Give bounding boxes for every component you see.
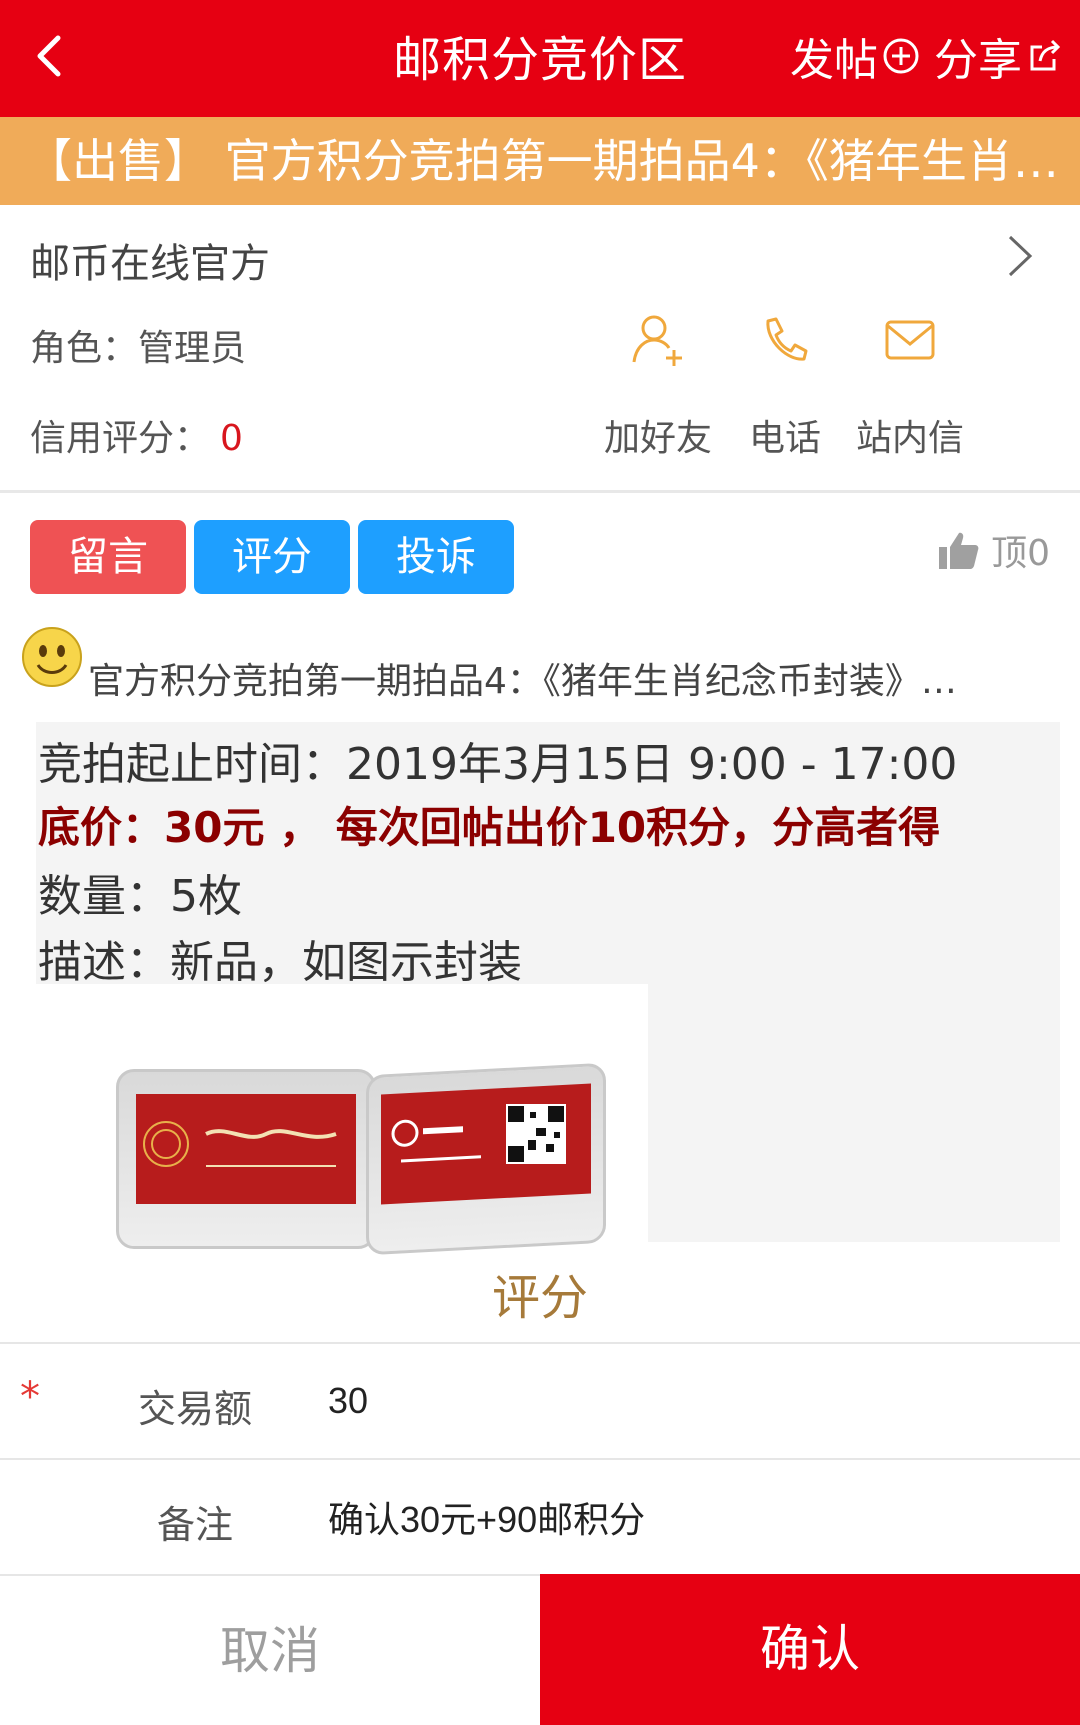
reserve-price: 底价：30元 ， 每次回帖出价10积分，分高者得 (38, 803, 941, 852)
like-button[interactable]: 顶0 (937, 524, 1050, 576)
mail-icon (885, 320, 935, 360)
add-friend-icon (632, 315, 682, 366)
plus-circle-icon (883, 38, 919, 74)
action-tabs: 留言 评分 投诉 (30, 520, 522, 594)
decorative-lantern-icon (143, 1121, 337, 1167)
tab-complain[interactable]: 投诉 (358, 520, 514, 594)
phone-label: 电话 (748, 418, 821, 459)
amount-row: * 交易额 (0, 1342, 1080, 1454)
qr-code-icon (506, 1104, 566, 1164)
auction-time: 竞拍起止时间：2019年3月15日 9:00 - 17:00 (38, 739, 958, 790)
cancel-button[interactable]: 取消 (0, 1574, 540, 1725)
credit-value: 0 (220, 418, 243, 459)
add-friend-label: 加好友 (603, 418, 712, 459)
credit-score: 信用评分： 0 (30, 409, 243, 461)
tab-rate[interactable]: 评分 (194, 520, 350, 594)
message-label: 站内信 (855, 418, 964, 459)
thumbs-up-icon (939, 532, 979, 569)
phone-icon (766, 317, 808, 361)
phone-button[interactable]: 电话 (725, 305, 845, 461)
chevron-right-icon[interactable] (1000, 231, 1040, 281)
smiley-avatar-icon (22, 627, 82, 687)
header-actions: 发帖 分享 (776, 24, 1064, 88)
author-name[interactable]: 邮币在线官方 (30, 231, 270, 289)
like-count: 顶0 (991, 533, 1050, 574)
quantity: 数量：5枚 (38, 871, 242, 922)
description: 描述：新品，如图示封装 (38, 937, 522, 988)
note-input[interactable] (328, 1496, 1028, 1538)
coin-card-left (136, 1094, 356, 1204)
amount-input[interactable] (328, 1380, 1028, 1422)
tab-comment[interactable]: 留言 (30, 520, 186, 594)
post-title: 官方积分竞拍第一期拍品4：《猪年生肖纪念币封装》… (88, 661, 957, 702)
top-bar: 邮积分竞价区 发帖 分享 (0, 0, 1080, 117)
add-friend-button[interactable]: 加好友 (598, 305, 718, 461)
share-label: 分享 (934, 35, 1022, 86)
post-label: 发帖 (790, 35, 878, 86)
author-role: 角色：管理员 (30, 328, 247, 369)
rating-title: 评分 (491, 1270, 588, 1326)
confirm-button[interactable]: 确认 (540, 1574, 1080, 1725)
credit-label: 信用评分： (30, 418, 211, 459)
amount-label: 交易额 (137, 1387, 252, 1431)
note-row: 备注 (0, 1458, 1080, 1570)
required-asterisk: * (20, 1374, 40, 1420)
note-label: 备注 (156, 1503, 233, 1547)
author-panel: 邮币在线官方 角色：管理员 信用评分： 0 加好友 电话 站内信 (0, 205, 1080, 493)
product-photo[interactable] (36, 984, 648, 1256)
share-button[interactable]: 分享 (934, 24, 1064, 88)
thread-subject-banner: 【出售】 官方积分竞拍第一期拍品4：《猪年生肖… (0, 117, 1080, 205)
post-content: 竞拍起止时间：2019年3月15日 9:00 - 17:00 底价：30元 ， … (36, 722, 1060, 1256)
share-icon (1030, 39, 1061, 71)
message-button[interactable]: 站内信 (850, 305, 970, 461)
post-button[interactable]: 发帖 (790, 24, 920, 88)
